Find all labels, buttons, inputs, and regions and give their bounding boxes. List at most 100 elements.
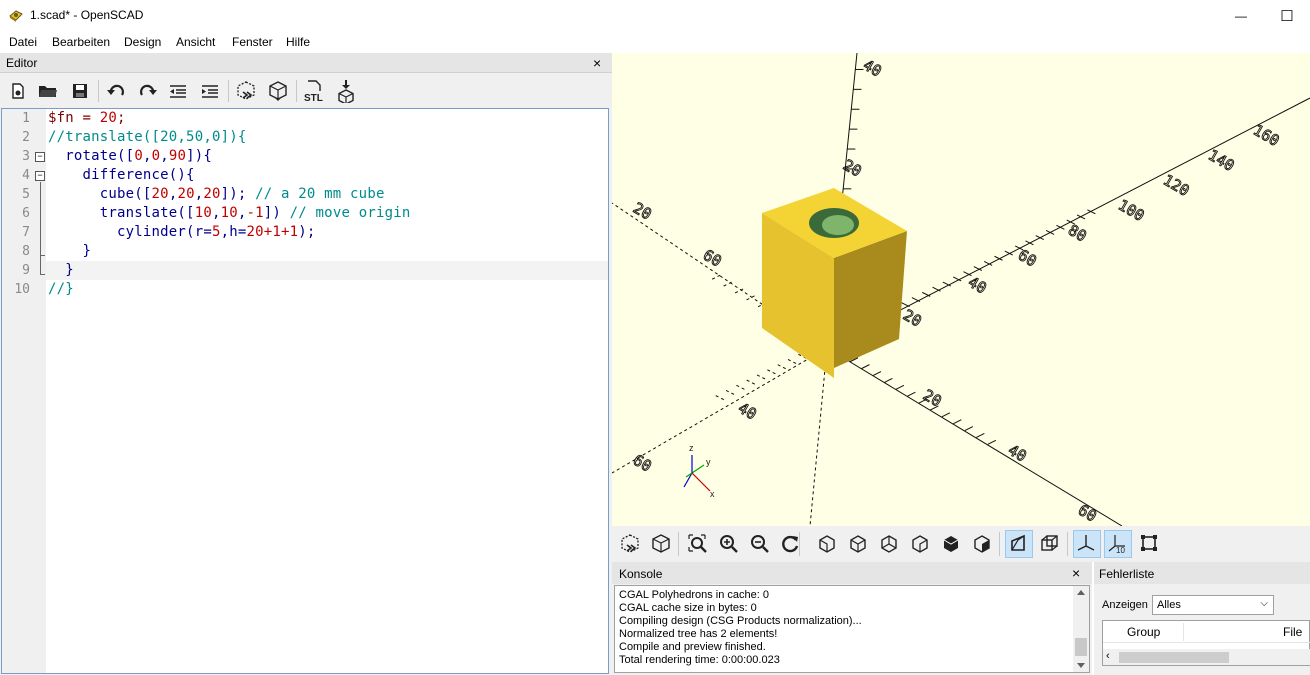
zoom-out-button[interactable] — [746, 530, 774, 558]
fold-end-marker — [40, 274, 45, 275]
code-line[interactable]: cube([20,20,20]); // a 20 mm cube — [48, 185, 385, 204]
code-line[interactable]: translate([10,10,-1]) // move origin — [48, 204, 411, 223]
show-axes-button[interactable] — [1073, 530, 1101, 558]
filter-select[interactable]: Alles ⌵ — [1152, 595, 1274, 615]
x-axis-tick — [895, 384, 905, 390]
axis-scale-label: 80 — [1065, 221, 1090, 246]
minimize-icon: — — [1235, 8, 1247, 23]
code-token: , — [237, 205, 247, 221]
x-axis-tick — [872, 371, 882, 376]
new-file-button[interactable] — [6, 79, 30, 103]
minimize-button[interactable]: — — [1218, 0, 1264, 31]
render-button[interactable] — [647, 530, 675, 558]
editor-panel: Editor × STL 1 2 3 4 5 6 7 8 9 10 $fn = … — [0, 53, 612, 675]
y-axis-tick — [1087, 209, 1096, 215]
y-axis-tick — [911, 297, 921, 302]
editor-close-button[interactable]: × — [593, 56, 601, 70]
scroll-thumb[interactable] — [1119, 652, 1229, 663]
axis-scale-label: 40 — [860, 56, 885, 81]
scroll-left-icon[interactable]: ‹ — [1106, 650, 1110, 662]
code-line[interactable]: //translate([20,50,0]){ — [48, 128, 246, 147]
error-list-header: Fehlerliste — [1094, 562, 1310, 584]
scroll-down-icon[interactable] — [1077, 663, 1085, 668]
redo-button[interactable] — [136, 79, 160, 103]
code-token: 10 — [194, 205, 212, 221]
zoom-out-icon — [751, 535, 769, 553]
axis-scale-label: 40 — [1005, 441, 1030, 466]
fold-toggle-line-4[interactable]: − — [35, 171, 45, 181]
scroll-up-icon[interactable] — [1077, 590, 1085, 595]
menu-design[interactable]: Design — [124, 35, 161, 49]
console-scrollbar[interactable] — [1073, 586, 1089, 672]
y-axis-tick — [1004, 250, 1014, 256]
console-line: CGAL cache size in bytes: 0 — [619, 602, 757, 614]
menu-ansicht[interactable]: Ansicht — [176, 35, 215, 49]
scroll-thumb[interactable] — [1075, 638, 1087, 656]
show-scale-button[interactable]: 10 — [1104, 530, 1132, 558]
menu-fenster[interactable]: Fenster — [232, 35, 273, 49]
view-all-button[interactable] — [684, 530, 712, 558]
window-title: 1.scad* - OpenSCAD — [30, 8, 144, 22]
axis-scale-label: 20 — [630, 199, 655, 224]
console-close-button[interactable]: × — [1072, 566, 1080, 580]
code-line[interactable]: } — [48, 242, 91, 261]
code-line[interactable]: } — [48, 261, 74, 280]
code-token: ; — [117, 110, 126, 126]
orthogonal-button[interactable] — [1036, 530, 1064, 558]
code-token: 20 — [203, 186, 221, 202]
code-line[interactable]: $fn = 20; — [48, 109, 126, 128]
export-stl-icon: STL — [304, 80, 323, 103]
code-token: cube([ — [48, 186, 152, 202]
menu-datei[interactable]: Datei — [9, 35, 37, 49]
open-file-button[interactable] — [36, 79, 60, 103]
save-file-button[interactable] — [68, 79, 92, 103]
console-line: Compile and preview finished. — [619, 641, 766, 653]
preview-button[interactable] — [234, 79, 258, 103]
maximize-button[interactable]: ☐ — [1264, 0, 1310, 31]
render-button[interactable] — [266, 79, 290, 103]
console-output[interactable]: CGAL Polyhedrons in cache: 0 CGAL cache s… — [614, 585, 1090, 673]
view-right-button[interactable] — [813, 530, 841, 558]
code-token: rotate( — [48, 148, 126, 164]
code-line[interactable]: difference(){ — [48, 166, 195, 185]
view-front-icon — [943, 536, 959, 552]
error-table[interactable]: Group File ‹ — [1102, 620, 1310, 666]
line-number: 3 — [22, 149, 30, 164]
view-bottom-button[interactable] — [875, 530, 903, 558]
axis-scale-label: 100 — [1115, 196, 1147, 225]
show-edges-button[interactable] — [1136, 530, 1164, 558]
horizontal-scrollbar[interactable]: ‹ — [1103, 649, 1310, 665]
3d-viewport[interactable]: 60 40 20 20 40 60 80 100 120 140 160 20 40 60 20 40 60 z y… — [612, 53, 1310, 526]
reset-view-button[interactable] — [777, 530, 805, 558]
code-line[interactable]: rotate([0,0,90]){ — [48, 147, 212, 166]
column-header-group[interactable]: Group — [1127, 625, 1160, 639]
code-line[interactable]: cylinder(r=5,h=20+1+1); — [48, 223, 316, 242]
y-axis-tick — [736, 384, 745, 390]
view-back-button[interactable] — [968, 530, 996, 558]
console-line: Total rendering time: 0:00:00.023 — [619, 654, 780, 666]
code-token: 20 — [99, 110, 118, 126]
view-top-button[interactable] — [844, 530, 872, 558]
axis-gizmo-line — [691, 472, 711, 492]
menu-bearbeiten[interactable]: Bearbeiten — [52, 35, 110, 49]
fold-toggle-line-3[interactable]: − — [35, 152, 45, 162]
undo-button[interactable] — [104, 79, 128, 103]
view-left-button[interactable] — [906, 530, 934, 558]
zoom-in-button[interactable] — [715, 530, 743, 558]
column-header-file[interactable]: File — [1283, 625, 1302, 639]
send-to-printer-button[interactable] — [334, 79, 358, 103]
view-front-button[interactable] — [937, 530, 965, 558]
code-token: } — [48, 262, 74, 278]
menu-hilfe[interactable]: Hilfe — [286, 35, 310, 49]
unindent-button[interactable] — [166, 79, 190, 103]
code-line[interactable]: //} — [48, 280, 74, 299]
editor-title: Editor — [6, 56, 38, 70]
x-axis-tick — [987, 439, 997, 445]
preview-button[interactable] — [616, 530, 644, 558]
code-token: } — [48, 243, 92, 259]
indent-button[interactable] — [198, 79, 222, 103]
perspective-button[interactable] — [1005, 530, 1033, 558]
code-editor[interactable]: 1 2 3 4 5 6 7 8 9 10 $fn = 20;//translate([20,50,… — [1, 108, 609, 674]
export-stl-button[interactable]: STL — [302, 79, 326, 103]
line-number: 5 — [22, 187, 30, 202]
